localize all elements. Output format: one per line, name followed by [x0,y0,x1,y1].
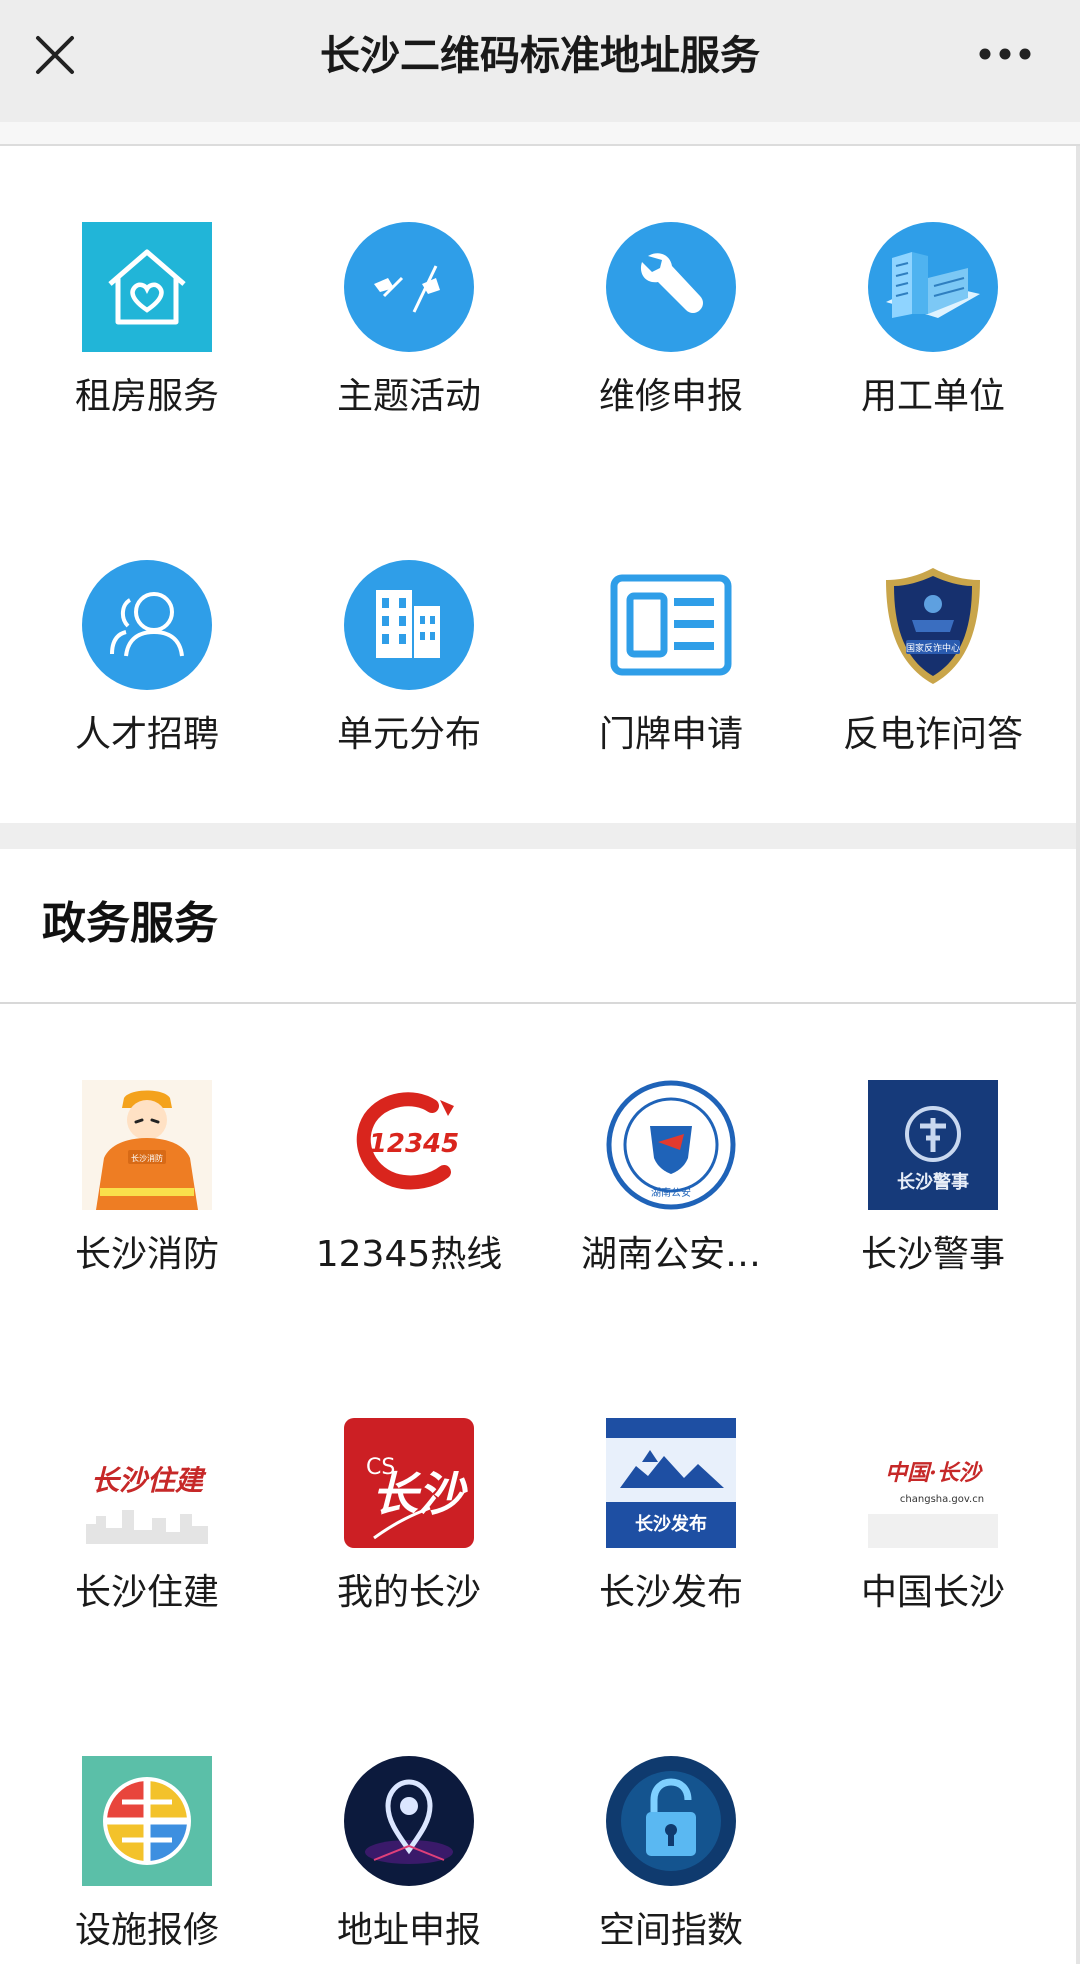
grid-label: 设施报修 [74,1910,219,1951]
grid-item-theme-activity[interactable]: 主题活动 [278,222,540,482]
hotline-number: 12345 [369,1129,459,1159]
police-emblem-text: 长沙警事 [897,1171,969,1193]
fire-badge-text: 长沙消防 [131,1153,163,1163]
grid-item-space-index[interactable]: 空间指数 [540,1756,802,1964]
title-bar: 长沙二维码标准地址服务 [0,0,1080,122]
grid-label: 门牌申请 [598,714,743,755]
anti-fraud-shield-icon: 国家反诈中心 [886,568,980,684]
housing-text: 长沙住建 [91,1464,207,1497]
grid-label: 地址申报 [336,1910,481,1951]
grid-label: 中国长沙 [860,1572,1005,1613]
hotline-12345-icon: 12345 [344,1080,474,1210]
grid-label: 湖南公安… [580,1234,761,1275]
section-title: 政务服务 [42,898,218,949]
grid-item-address-report[interactable]: 地址申报 [278,1756,540,1964]
grid-item-changsha-fire[interactable]: 长沙消防 长沙消防 [16,1080,278,1340]
more-options-icon[interactable] [975,34,1035,74]
grid-label: 我的长沙 [336,1572,481,1613]
apartment-icon [344,560,474,690]
grid-item-rental-service[interactable]: 租房服务 [16,222,278,482]
grid-label: 长沙消防 [74,1234,219,1275]
grid-item-facility-repair[interactable]: 设施报修 [16,1756,278,1964]
section-divider [0,823,1080,849]
my-changsha-icon: CS 长沙 [344,1418,474,1548]
police-emblem-icon: 长沙警事 [868,1080,998,1210]
china-cs-text: 中国·长沙 [885,1460,983,1486]
changsha-release-icon: 长沙发布 [606,1418,736,1548]
grid-item-china-changsha[interactable]: 中国·长沙 changsha.gov.cn 中国长沙 [802,1418,1064,1678]
grid-label: 单元分布 [336,714,481,755]
release-text: 长沙发布 [635,1513,707,1535]
grid-item-12345-hotline[interactable]: 12345 12345热线 [278,1080,540,1340]
grid-item-changsha-release[interactable]: 长沙发布 长沙发布 [540,1418,802,1678]
firefighter-icon: 长沙消防 [82,1080,212,1210]
grid-label: 维修申报 [598,376,743,417]
grid-label: 人才招聘 [74,714,219,755]
grid-label: 反电诈问答 [842,714,1023,755]
section-underline [0,1002,1080,1004]
china-cs-url: changsha.gov.cn [900,1494,984,1505]
grid-item-anti-fraud-qa[interactable]: 国家反诈中心 反电诈问答 [802,560,1064,820]
scroll-edge [1076,146,1080,1964]
housing-construction-icon: 长沙住建 [82,1418,212,1548]
grid-label: 空间指数 [598,1910,743,1951]
grid-label: 租房服务 [74,376,219,417]
grid-item-hunan-public-security[interactable]: 湖南公安 湖南公安… [540,1080,802,1340]
people-icon [82,560,212,690]
china-changsha-icon: 中国·长沙 changsha.gov.cn [868,1418,998,1548]
grid-label: 长沙发布 [598,1572,743,1613]
facility-repair-icon [82,1756,212,1886]
doorplate-icon [610,574,732,676]
grid-item-changsha-police[interactable]: 长沙警事 长沙警事 [802,1080,1064,1340]
padlock-icon [606,1756,736,1886]
location-pin-icon [344,1756,474,1886]
grid-label: 12345热线 [315,1234,503,1275]
page-title: 长沙二维码标准地址服务 [320,33,760,79]
grid-label: 长沙住建 [74,1572,219,1613]
house-heart-icon [82,222,212,352]
police-badge-icon: 湖南公安 [606,1080,736,1210]
grid-item-employer[interactable]: 用工单位 [802,222,1064,482]
grid-label: 主题活动 [336,376,481,417]
police-badge-text: 湖南公安 [651,1186,691,1199]
anti-fraud-text: 国家反诈中心 [906,642,960,654]
grid-label: 用工单位 [860,376,1005,417]
top-separator [0,122,1080,146]
grid-item-talent-recruit[interactable]: 人才招聘 [16,560,278,820]
grid-item-unit-distribution[interactable]: 单元分布 [278,560,540,820]
grid-item-repair-report[interactable]: 维修申报 [540,222,802,482]
grid-item-doorplate-apply[interactable]: 门牌申请 [540,560,802,820]
building-icon [868,222,998,352]
grid-item-changsha-housing[interactable]: 长沙住建 长沙住建 [16,1418,278,1678]
wrench-icon [606,222,736,352]
flags-icon [344,222,474,352]
grid-label: 长沙警事 [860,1234,1005,1275]
grid-item-my-changsha[interactable]: CS 长沙 我的长沙 [278,1418,540,1678]
